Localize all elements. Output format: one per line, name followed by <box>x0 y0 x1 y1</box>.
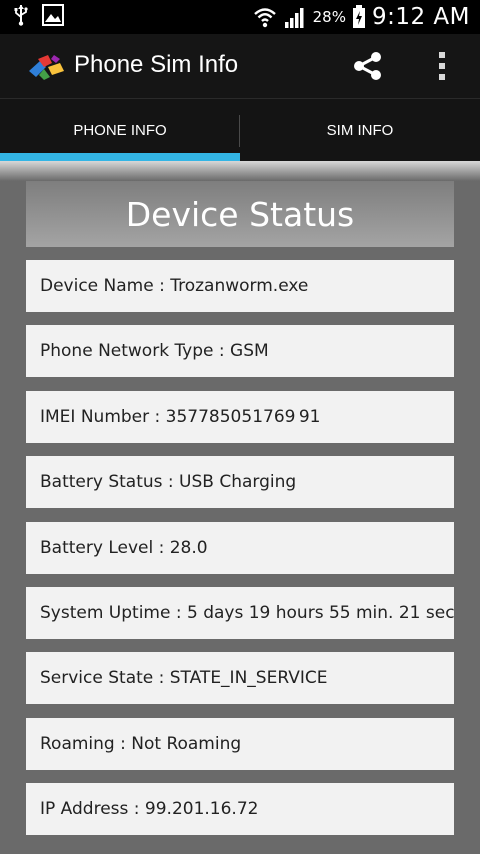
device-status-panel[interactable]: Device Status Device Name : Trozanworm.e… <box>0 161 480 854</box>
info-row-roaming: Roaming : Not Roaming <box>26 717 454 770</box>
image-icon <box>42 4 64 26</box>
tab-label: PHONE INFO <box>73 122 167 139</box>
info-row-service-state: Service State : STATE_IN_SERVICE <box>26 652 454 705</box>
share-button[interactable] <box>348 48 388 84</box>
action-bar: Phone Sim Info <box>0 34 480 98</box>
app-title: Phone Sim Info <box>74 51 239 78</box>
scroll-edge <box>0 161 480 181</box>
tab-selected-indicator <box>0 153 240 161</box>
status-bar: 28% 9:12 AM <box>0 0 480 34</box>
info-row-ip-address: IP Address : 99.201.16.72 <box>26 783 454 836</box>
battery-percent: 28% <box>312 8 346 26</box>
tab-label: SIM INFO <box>326 122 394 139</box>
info-row-network-type: Phone Network Type : GSM <box>26 325 454 378</box>
status-time: 9:12 AM <box>371 4 470 30</box>
info-row-imei: IMEI Number : 357785051769 91 <box>26 390 454 443</box>
info-list: Device Name : Trozanworm.exe Phone Netwo… <box>26 260 454 849</box>
info-row-battery-status: Battery Status : USB Charging <box>26 456 454 509</box>
info-row-battery-level: Battery Level : 28.0 <box>26 521 454 574</box>
overflow-menu-button[interactable] <box>428 48 456 84</box>
overflow-menu-icon <box>437 51 447 81</box>
wifi-icon <box>253 5 277 29</box>
signal-icon <box>283 5 307 29</box>
share-icon <box>352 51 384 81</box>
section-title: Device Status <box>125 194 355 234</box>
battery-charging-icon <box>352 5 366 29</box>
app-screen: 28% 9:12 AM Phone Sim Info PHONE INFO SI… <box>0 0 480 854</box>
tab-sim-info[interactable]: SIM INFO <box>240 99 480 162</box>
section-header: Device Status <box>26 181 454 247</box>
usb-icon <box>14 4 28 26</box>
info-row-system-uptime: System Uptime : 5 days 19 hours 55 min. … <box>26 586 454 639</box>
app-logo-icon[interactable] <box>26 53 68 81</box>
info-row-device-name: Device Name : Trozanworm.exe <box>26 260 454 312</box>
